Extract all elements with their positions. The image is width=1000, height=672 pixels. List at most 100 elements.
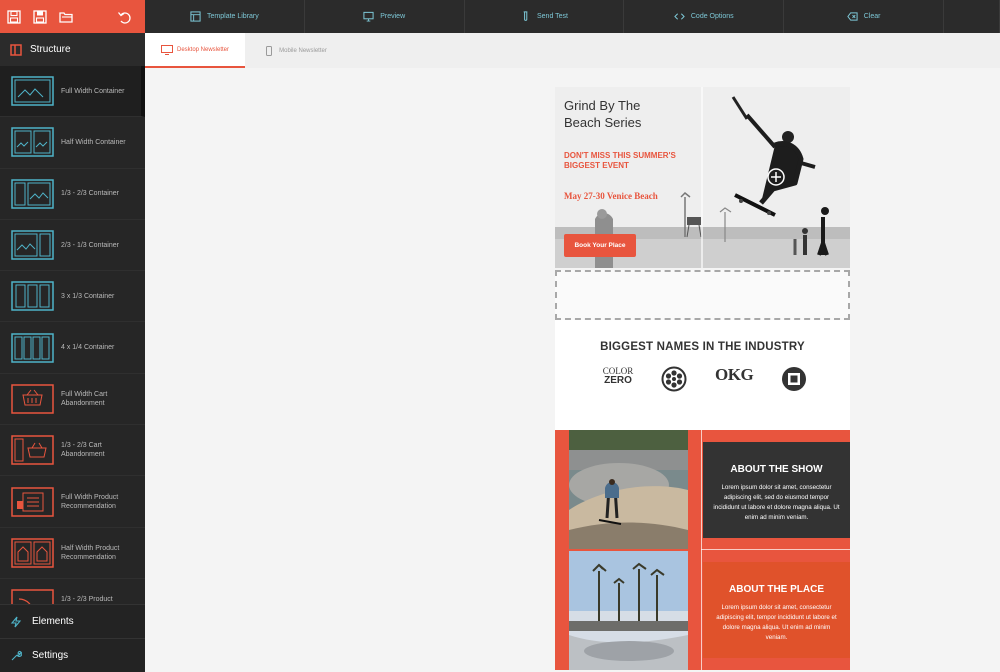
- template-library-label: Template Library: [207, 13, 259, 20]
- settings-panel-header[interactable]: Settings: [0, 638, 145, 672]
- hero-title[interactable]: Grind By The Beach Series: [564, 97, 674, 131]
- structure-item-label: Half Width Product Recommendation: [61, 544, 120, 561]
- structure-item-label: Full Width Container: [61, 87, 125, 95]
- structure-item-label: 1/3 - 2/3 Container: [61, 190, 119, 198]
- feature-divider-horizontal: [701, 549, 850, 550]
- wrench-icon: [11, 650, 22, 660]
- monitor-icon: [363, 11, 374, 22]
- venice-beach-photo: [569, 551, 688, 670]
- tab-mobile-newsletter[interactable]: Mobile Newsletter: [245, 33, 345, 68]
- colorzero-logo: COLOR ZERO: [599, 367, 637, 386]
- okg-logo: OKG: [715, 365, 754, 384]
- code-options-label: Code Options: [690, 13, 734, 20]
- open-folder-icon[interactable]: [58, 9, 74, 25]
- view-tabs: Desktop Newsletter Mobile Newsletter: [145, 33, 1000, 68]
- tab-label: Mobile Newsletter: [279, 47, 327, 54]
- structure-item-cart-full[interactable]: Full Width Cart Abandonment: [0, 374, 145, 426]
- clear-icon: [847, 12, 858, 21]
- structure-item-third-two-thirds[interactable]: 1/3 - 2/3 Container: [0, 169, 145, 220]
- about-show-card[interactable]: ABOUT THE SHOW Lorem ipsum dolor sit ame…: [703, 442, 850, 538]
- one-third-two-thirds-icon: [11, 178, 54, 209]
- colorzero-logo-bottom: ZERO: [604, 375, 632, 386]
- structure-icon: [10, 43, 22, 56]
- about-place-card[interactable]: ABOUT THE PLACE Lorem ipsum dolor sit am…: [703, 562, 850, 658]
- tab-desktop-newsletter[interactable]: Desktop Newsletter: [145, 33, 245, 68]
- brands-title[interactable]: BIGGEST NAMES IN THE INDUSTRY: [555, 320, 850, 353]
- preview-label: Preview: [380, 13, 406, 20]
- code-options-button[interactable]: Code Options: [624, 0, 785, 33]
- desktop-icon: [160, 44, 173, 55]
- elements-panel-header[interactable]: Elements: [0, 604, 145, 638]
- code-icon: [674, 13, 685, 20]
- empty-dropzone[interactable]: [555, 270, 850, 320]
- email-builder-app: Template Library Preview Send Test Code …: [0, 0, 1000, 672]
- structure-item-three-columns[interactable]: 3 x 1/3 Container: [0, 271, 145, 323]
- file-actions: [0, 0, 145, 33]
- preview-button[interactable]: Preview: [305, 0, 465, 33]
- structure-item-two-thirds-third[interactable]: 2/3 - 1/3 Container: [0, 220, 145, 272]
- structure-item-full-width[interactable]: Full Width Container: [0, 66, 145, 118]
- editor-canvas[interactable]: Grind By The Beach Series DON'T MISS THI…: [145, 68, 1000, 672]
- half-product-recommendation-icon: [11, 538, 54, 568]
- film-reel-logo: [661, 366, 687, 392]
- toolbar-spacer: [944, 0, 1000, 33]
- structure-title: Structure: [30, 44, 71, 55]
- clear-button[interactable]: Clear: [784, 0, 944, 33]
- structure-list: Full Width Container Half Width Containe…: [0, 66, 145, 629]
- send-test-label: Send Test: [536, 13, 568, 20]
- hero-date[interactable]: May 27-30 Venice Beach: [564, 191, 674, 202]
- top-toolbar: Template Library Preview Send Test Code …: [0, 0, 1000, 33]
- square-circle-logo: [782, 367, 806, 391]
- top-nav: Template Library Preview Send Test Code …: [145, 0, 1000, 33]
- structure-item-label: 1/3 - 2/3 Cart Abandonment: [61, 442, 105, 459]
- settings-label: Settings: [32, 650, 69, 661]
- template-library-button[interactable]: Template Library: [145, 0, 305, 33]
- about-place-body[interactable]: Lorem ipsum dolor sit amet, consectetur …: [713, 603, 840, 643]
- clear-label: Clear: [863, 13, 881, 20]
- template-library-icon: [190, 11, 201, 22]
- feature-divider-vertical: [701, 430, 702, 670]
- two-thirds-one-third-icon: [11, 230, 54, 260]
- skatepark-photo: [569, 430, 688, 549]
- structure-item-half-width[interactable]: Half Width Container: [0, 117, 145, 169]
- structure-item-product-full[interactable]: Full Width Product Recommendation: [0, 476, 145, 528]
- structure-item-product-half[interactable]: Half Width Product Recommendation: [0, 528, 145, 579]
- structure-item-label: 4 x 1/4 Container: [61, 344, 115, 352]
- sidebar: Structure Full Width Container Half Widt…: [0, 33, 145, 672]
- tab-label: Desktop Newsletter: [176, 46, 230, 53]
- lightning-icon: [10, 616, 22, 627]
- structure-item-cart-split[interactable]: 1/3 - 2/3 Cart Abandonment: [0, 425, 145, 477]
- structure-item-four-columns[interactable]: 4 x 1/4 Container: [0, 322, 145, 374]
- about-place-title[interactable]: ABOUT THE PLACE: [703, 584, 850, 595]
- half-width-container-icon: [11, 127, 54, 158]
- hero-subtitle[interactable]: DON'T MISS THIS SUMMER'S BIGGEST EVENT: [564, 151, 694, 171]
- add-element-icon[interactable]: [766, 167, 786, 187]
- hero-block[interactable]: Grind By The Beach Series DON'T MISS THI…: [555, 87, 850, 268]
- brand-logos: COLOR ZERO OKG: [555, 353, 850, 413]
- full-width-container-icon: [11, 76, 54, 106]
- email-preview: Grind By The Beach Series DON'T MISS THI…: [555, 87, 850, 672]
- mobile-icon: [266, 45, 273, 56]
- brands-block[interactable]: BIGGEST NAMES IN THE INDUSTRY COLOR ZERO…: [555, 320, 850, 430]
- four-columns-icon: [11, 332, 54, 363]
- save-as-icon[interactable]: [32, 9, 48, 25]
- structure-item-label: Full Width Cart Abandonment: [61, 390, 108, 407]
- cart-split-icon: [11, 435, 54, 465]
- structure-panel-header[interactable]: Structure: [0, 33, 145, 66]
- hero-divider: [701, 87, 703, 268]
- undo-icon[interactable]: [116, 9, 132, 25]
- book-your-place-button[interactable]: Book Your Place: [564, 234, 636, 257]
- structure-item-label: 2/3 - 1/3 Container: [61, 241, 119, 249]
- send-test-button[interactable]: Send Test: [465, 0, 625, 33]
- save-icon[interactable]: [6, 9, 22, 25]
- structure-item-label: Full Width Product Recommendation: [61, 493, 119, 510]
- cart-icon: [11, 384, 54, 414]
- product-recommendation-icon: [11, 486, 54, 517]
- features-block[interactable]: ABOUT THE SHOW Lorem ipsum dolor sit ame…: [555, 430, 850, 670]
- elements-label: Elements: [32, 616, 74, 627]
- test-tube-icon: [523, 11, 528, 21]
- structure-item-label: Half Width Container: [61, 138, 126, 146]
- about-show-title[interactable]: ABOUT THE SHOW: [703, 464, 850, 475]
- about-show-body[interactable]: Lorem ipsum dolor sit amet, consectetur …: [713, 483, 840, 523]
- structure-item-label: 3 x 1/3 Container: [61, 292, 115, 300]
